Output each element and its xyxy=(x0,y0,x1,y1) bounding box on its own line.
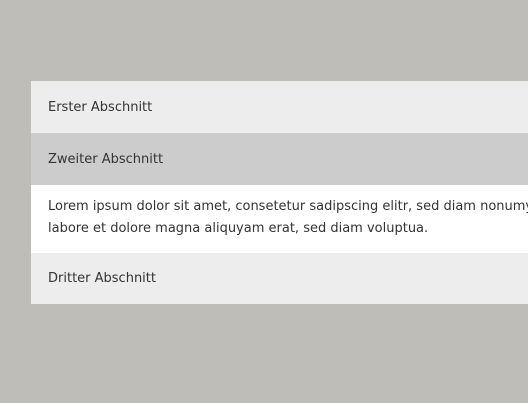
accordion-header-dritter-abschnitt[interactable]: Dritter Abschnitt xyxy=(31,253,528,304)
accordion-header-zweiter-abschnitt[interactable]: Zweiter Abschnitt xyxy=(31,133,528,185)
accordion-panel-zweiter-abschnitt: Lorem ipsum dolor sit amet, consetetur s… xyxy=(31,185,528,253)
panel-text-line: Lorem ipsum dolor sit amet, consetetur s… xyxy=(48,199,528,214)
accordion-header-label: Erster Abschnitt xyxy=(48,99,153,115)
accordion: Erster Abschnitt Zweiter Abschnitt Lorem… xyxy=(31,81,528,304)
accordion-header-label: Zweiter Abschnitt xyxy=(48,151,164,167)
accordion-header-erster-abschnitt[interactable]: Erster Abschnitt xyxy=(31,81,528,133)
accordion-header-label: Dritter Abschnitt xyxy=(48,271,156,286)
panel-text-line: labore et dolore magna aliquyam erat, se… xyxy=(48,221,429,236)
